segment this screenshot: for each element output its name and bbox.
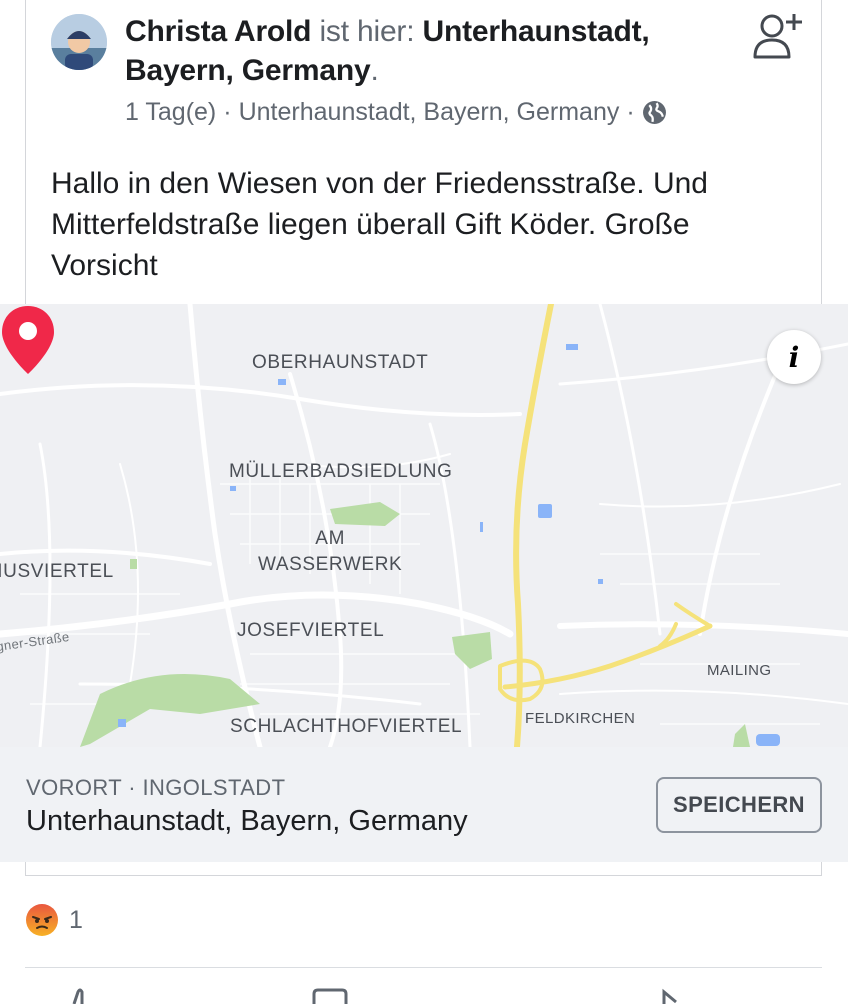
share-icon[interactable] (650, 988, 690, 1004)
map-label-wasserwerk: WASSERWERK (258, 554, 403, 575)
map-label-schlachthofviertel: SCHLACHTHOFVIERTEL (230, 716, 463, 737)
post-location[interactable]: Unterhaunstadt, Bayern, Germany (239, 98, 620, 127)
map[interactable]: OBERHAUNSTADT MÜLLERBADSIEDLUNG AM WASSE… (0, 304, 848, 747)
map-label-josefviertel: JOSEFVIERTEL (237, 620, 385, 641)
author-name[interactable]: Christa Arold (125, 15, 312, 48)
map-label-piusviertel: PIUSVIERTEL (0, 561, 114, 582)
card-bottom-edge (25, 862, 822, 876)
info-icon[interactable]: i (767, 330, 821, 384)
comment-icon[interactable] (310, 988, 350, 1004)
map-pin-icon (2, 306, 54, 374)
post-meta: 1 Tag(e) · Unterhaunstadt, Bayern, Germa… (125, 98, 667, 127)
globe-icon (642, 101, 666, 124)
reaction-count: 1 (69, 905, 83, 934)
reactions-summary[interactable]: 1 (25, 903, 83, 937)
post-body: Hallo in den Wiesen von der Friedensstra… (51, 167, 708, 282)
map-label-muellerbadsiedlung: MÜLLERBADSIEDLUNG (229, 461, 453, 482)
checkin-suffix: . (370, 54, 379, 87)
map-label-feldkirchen: FELDKIRCHEN (525, 710, 636, 727)
checkin-place-part2[interactable]: Bayern, Germany (125, 54, 371, 87)
save-button[interactable]: SPEICHERN (656, 777, 822, 833)
actions-divider (25, 967, 822, 968)
checkin-place-part1[interactable]: Unterhaunstadt, (423, 15, 650, 48)
map-label-mailing: MAILING (707, 662, 772, 679)
add-friend-icon[interactable] (752, 10, 804, 60)
post-header-text: Christa Arold ist hier: Unterhaunstadt, … (125, 12, 685, 90)
place-category: VORORT · INGOLSTADT (26, 775, 286, 800)
place-name[interactable]: Unterhaunstadt, Bayern, Germany (26, 805, 468, 838)
map-label-am-wasserwerk: AM WASSERWERK (258, 526, 402, 578)
meta-separator: · (223, 98, 232, 126)
checkin-verb: ist hier: (319, 15, 415, 48)
place-info-bar[interactable]: VORORT · INGOLSTADT Unterhaunstadt, Baye… (0, 747, 848, 862)
map-label-oberhaunstadt: OBERHAUNSTADT (252, 352, 429, 373)
like-icon[interactable] (60, 988, 100, 1004)
map-label-am: AM (315, 528, 345, 549)
angry-reaction-icon (26, 904, 58, 936)
post-time[interactable]: 1 Tag(e) (125, 98, 216, 127)
meta-separator: · (626, 98, 635, 126)
author-avatar[interactable] (51, 14, 107, 70)
